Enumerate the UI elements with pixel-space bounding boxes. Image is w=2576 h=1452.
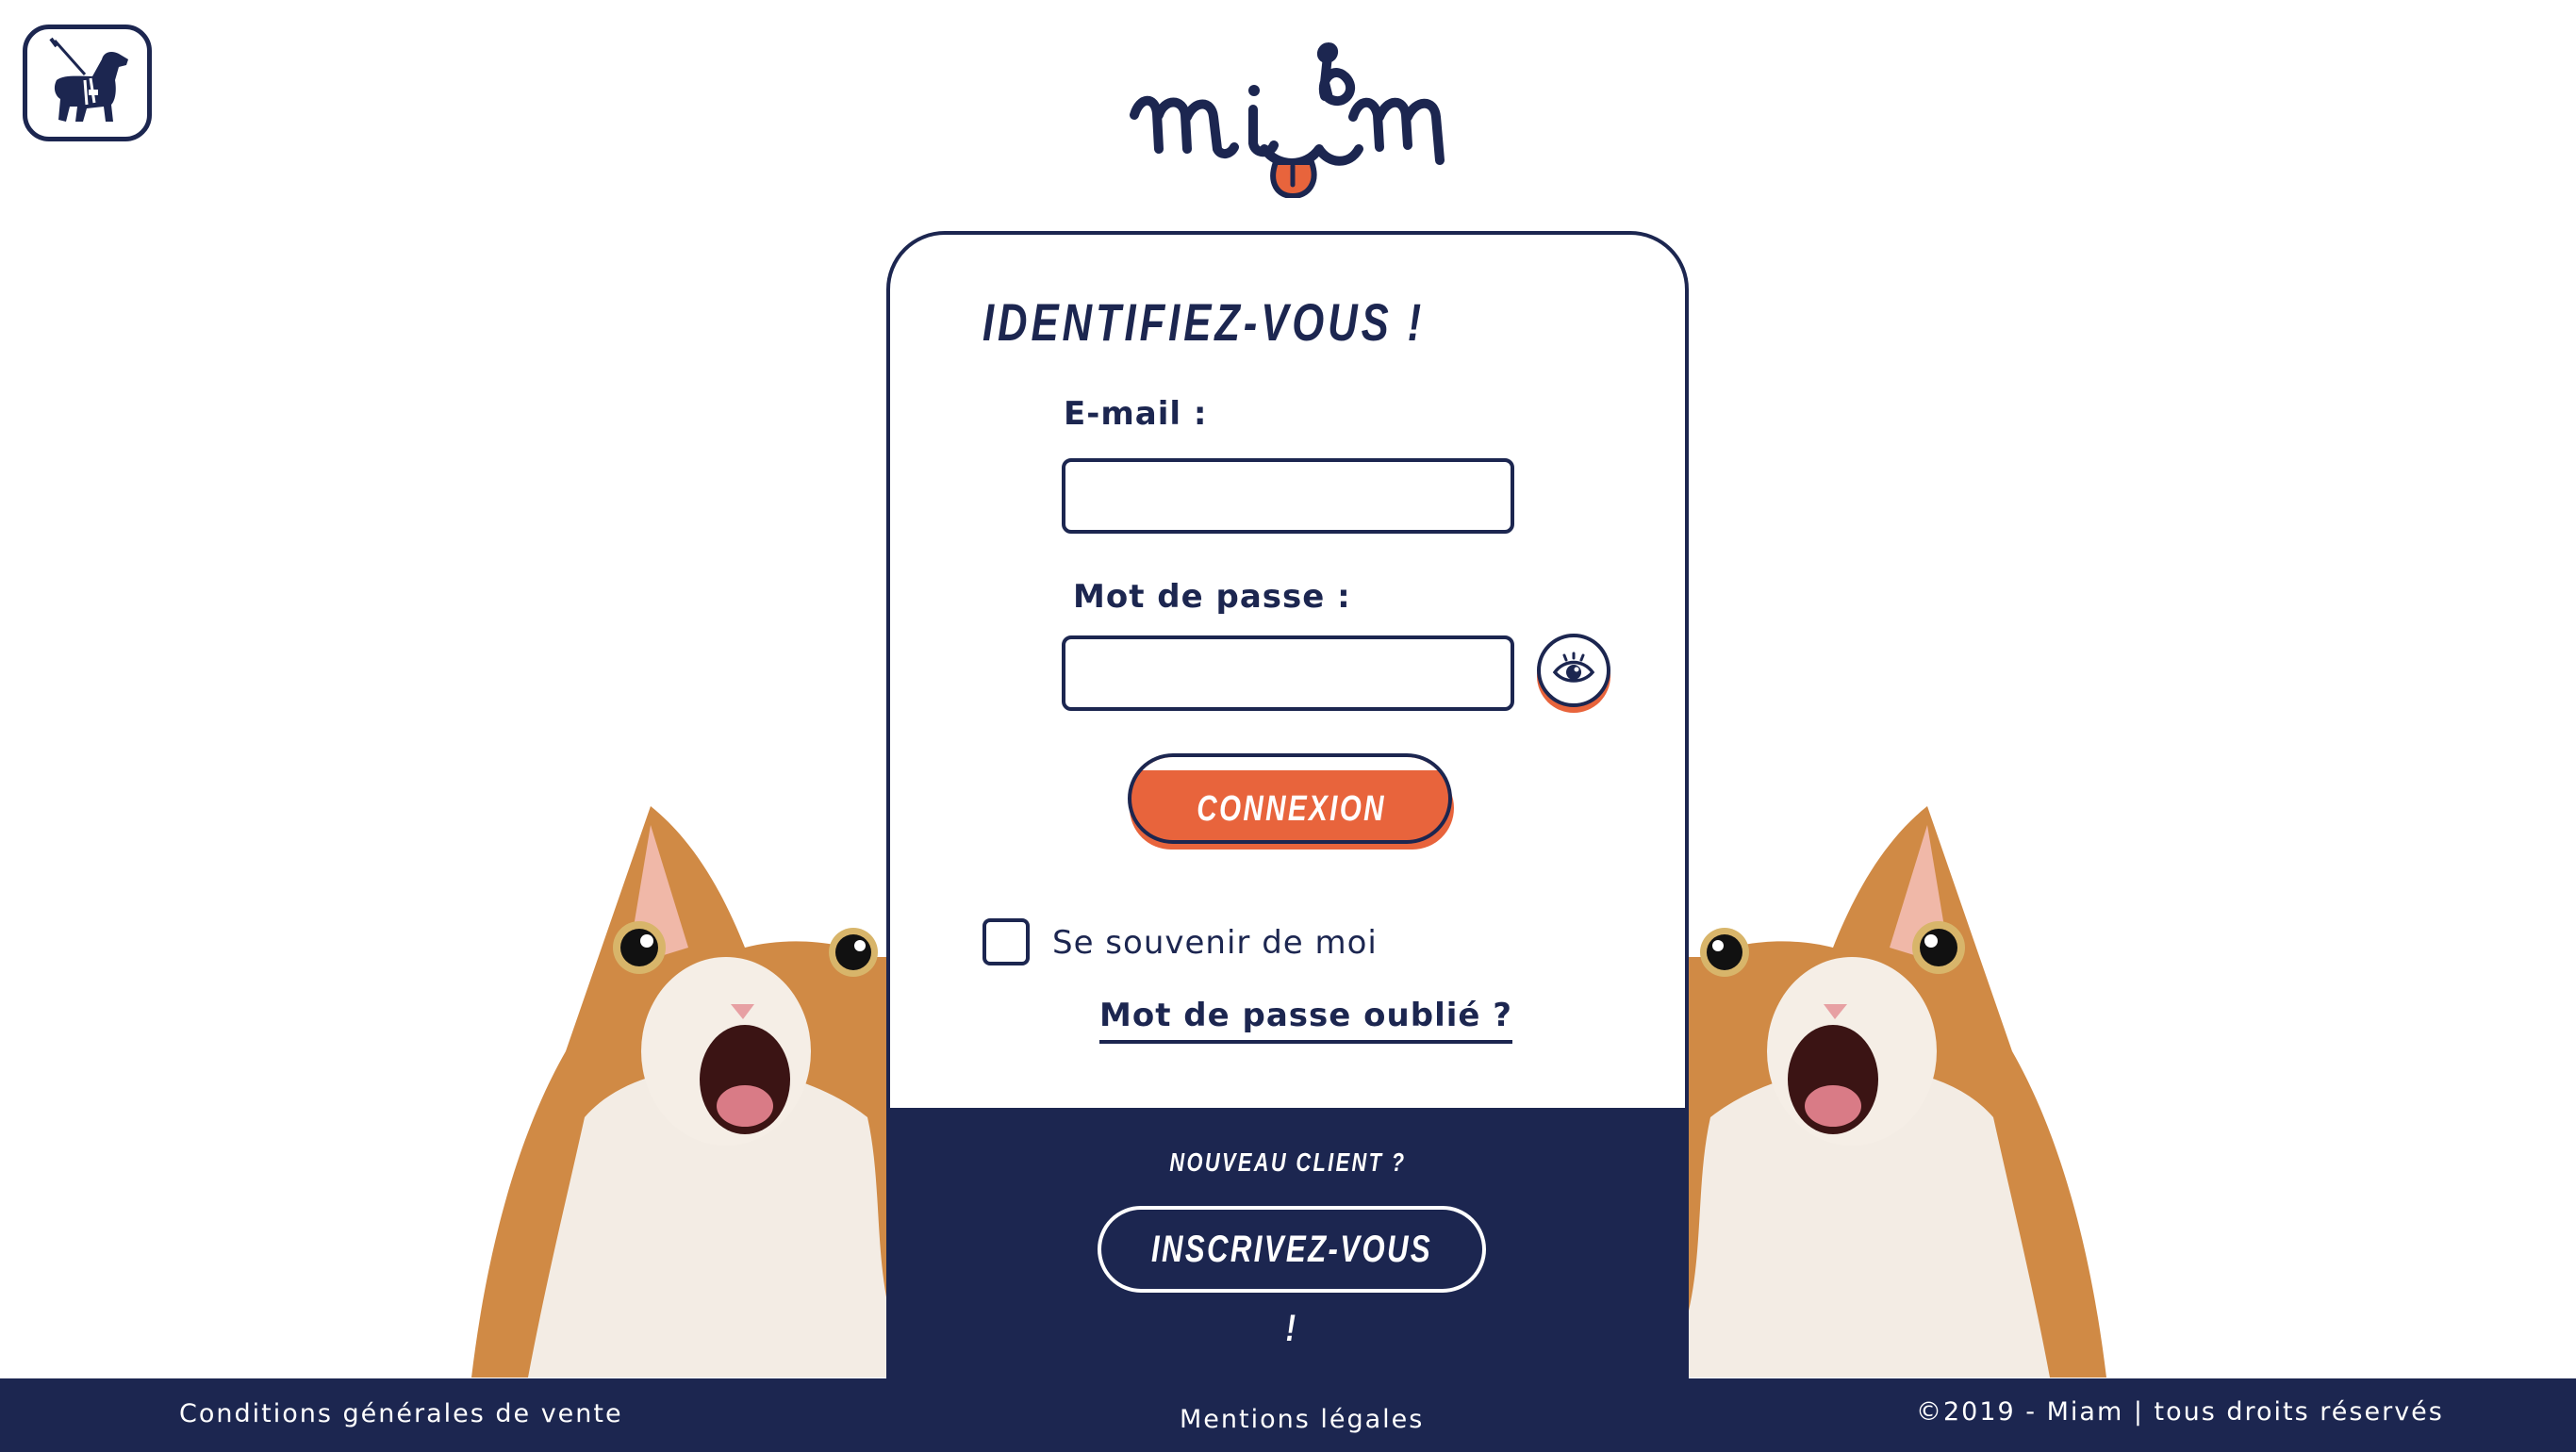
password-input[interactable] (1062, 635, 1514, 711)
password-label: Mot de passe : (1073, 578, 1351, 616)
forgot-password-link[interactable]: Mot de passe oublié ? (1099, 997, 1512, 1044)
login-page: IDENTIFIEZ-VOUS ! E-mail : Mot de passe … (0, 0, 2576, 1452)
miam-logo (1130, 42, 1445, 198)
login-card: IDENTIFIEZ-VOUS ! E-mail : Mot de passe … (886, 231, 1689, 1378)
cat-image-right (1663, 806, 2106, 1378)
login-title: IDENTIFIEZ-VOUS ! (983, 292, 1426, 352)
accessibility-button[interactable] (23, 25, 152, 141)
email-input[interactable] (1062, 458, 1514, 534)
show-password-button[interactable] (1537, 634, 1610, 707)
new-client-prompt: NOUVEAU CLIENT ? (1169, 1147, 1406, 1177)
connect-button-label: CONNEXION (1197, 789, 1387, 829)
remember-me-label[interactable]: Se souvenir de moi (1052, 924, 1378, 962)
cat-image-left (471, 806, 915, 1378)
eye-icon (1552, 652, 1595, 683)
signup-button[interactable]: INSCRIVEZ-VOUS ! (1098, 1206, 1486, 1349)
footer-legal-link[interactable]: Mentions légales (1180, 1405, 1424, 1434)
guide-dog-icon (48, 37, 128, 122)
remember-me-checkbox[interactable] (983, 918, 1030, 965)
footer: Conditions générales de vente Mentions l… (0, 1378, 2576, 1452)
email-label: E-mail : (1064, 395, 1208, 433)
footer-terms-link[interactable]: Conditions générales de vente (179, 1399, 623, 1428)
footer-copyright: ©2019 - Miam | tous droits réservés (1916, 1397, 2444, 1427)
connect-button[interactable]: CONNEXION (1128, 753, 1456, 851)
